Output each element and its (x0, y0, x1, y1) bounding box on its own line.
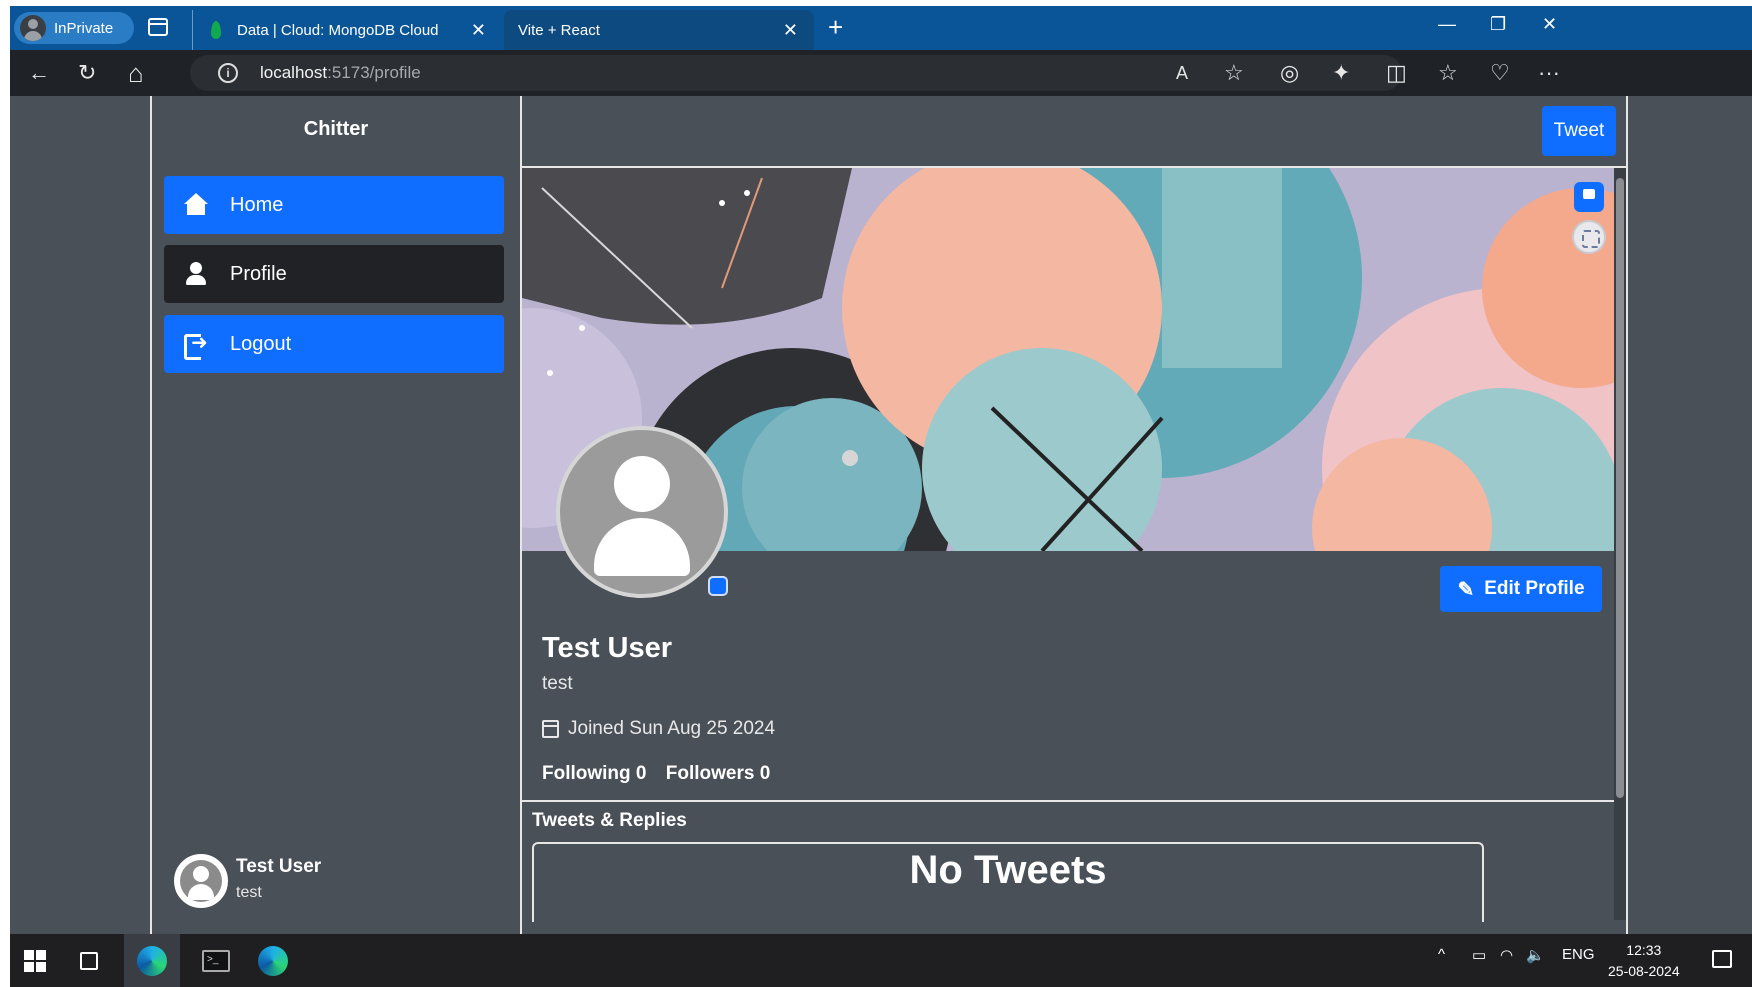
favorites-icon[interactable]: ☆ (1438, 59, 1458, 87)
mongodb-leaf-icon (211, 21, 221, 39)
task-view-icon[interactable] (72, 934, 106, 987)
tweet-button[interactable]: Tweet (1542, 106, 1616, 156)
wifi-icon[interactable]: ◠ (1500, 946, 1513, 964)
account-handle: test (236, 884, 262, 901)
tab-title: Vite + React (518, 21, 600, 39)
new-tab-button[interactable]: + (828, 12, 843, 43)
empty-state: No Tweets (532, 842, 1484, 922)
calendar-icon (542, 720, 559, 738)
minimize-button[interactable]: — (1438, 14, 1456, 35)
main-content: Tweet ✎ Edit Profile Test User test Join… (522, 96, 1628, 934)
profile-picture (556, 426, 728, 598)
home-icon[interactable]: ⌂ (128, 59, 144, 87)
info-icon[interactable]: i (218, 63, 238, 83)
followers-count[interactable]: Followers 0 (666, 763, 771, 784)
clock-date: 25-08-2024 (1608, 963, 1680, 979)
close-tab-icon[interactable]: ✕ (471, 20, 486, 41)
divider (522, 800, 1614, 802)
extension-overlay-icon[interactable] (1574, 182, 1604, 212)
sidebar-item-profile[interactable]: Profile (164, 245, 504, 303)
tab-title: Data | Cloud: MongoDB Cloud (237, 21, 439, 39)
close-window-button[interactable]: ✕ (1542, 14, 1557, 35)
battery-icon[interactable]: ▭ (1472, 946, 1486, 964)
joined-date: Joined Sun Aug 25 2024 (542, 718, 775, 740)
scrollbar-thumb[interactable] (1616, 178, 1624, 798)
account-card[interactable]: Test User test (174, 852, 504, 912)
windows-start-icon[interactable] (22, 934, 48, 987)
sidebar-item-label: Logout (230, 332, 292, 355)
url-text: localhost:5173/profile (260, 63, 421, 82)
screen: InPrivate Data | Cloud: MongoDB Cloud ✕ … (10, 6, 1752, 987)
taskbar-edge-icon[interactable] (248, 934, 298, 987)
avatar (174, 854, 228, 908)
refresh-icon[interactable]: ↻ (78, 59, 96, 87)
volume-icon[interactable]: 🔈 (1526, 946, 1545, 964)
more-icon[interactable]: ··· (1538, 59, 1560, 87)
favorite-star-icon[interactable]: ☆ (1224, 59, 1244, 87)
extension-icon[interactable]: ◎ (1280, 59, 1299, 87)
os-taskbar: >_ ^ ▭ ◠ 🔈 ENG 12:33 25-08-2024 (10, 934, 1752, 987)
taskbar-edge-inprivate-icon[interactable] (124, 934, 180, 987)
account-name: Test User (236, 856, 322, 877)
back-icon[interactable]: ← (28, 59, 50, 87)
profile-avatar-icon (20, 15, 46, 41)
clock[interactable]: 12:33 25-08-2024 (1608, 940, 1680, 982)
pencil-icon: ✎ (1457, 578, 1475, 601)
sidebar-item-home[interactable]: Home (164, 176, 504, 234)
profile-handle: test (542, 673, 573, 694)
taskbar-terminal-icon[interactable]: >_ (194, 934, 238, 987)
user-icon (182, 262, 210, 286)
split-screen-icon[interactable]: ◫ (1386, 59, 1407, 87)
home-icon (182, 193, 210, 217)
clock-time: 12:33 (1626, 942, 1662, 958)
extensions-icon[interactable]: ✦ (1332, 59, 1350, 87)
tab-actions-icon[interactable] (148, 18, 168, 36)
edit-profile-button[interactable]: ✎ Edit Profile (1440, 566, 1602, 612)
content-scrollbar[interactable] (1614, 168, 1626, 920)
sidebar-item-logout[interactable]: Logout (164, 315, 504, 373)
close-tab-icon[interactable]: ✕ (783, 20, 798, 41)
edit-profile-label: Edit Profile (1484, 578, 1585, 599)
address-bar[interactable]: i localhost:5173/profile A ☆ (190, 55, 1402, 91)
browser-tab-bar: InPrivate Data | Cloud: MongoDB Cloud ✕ … (10, 6, 1752, 118)
joined-text: Joined Sun Aug 25 2024 (568, 718, 776, 739)
restore-button[interactable]: ❐ (1490, 14, 1506, 35)
section-title: Tweets & Replies (532, 810, 687, 831)
profile-name: Test User (542, 632, 673, 664)
extension-badge-icon[interactable] (708, 576, 728, 596)
tab-mongodb[interactable]: Data | Cloud: MongoDB Cloud ✕ (192, 10, 502, 50)
follow-stats: Following 0 Followers 0 (542, 763, 784, 785)
logout-icon (182, 330, 210, 360)
inprivate-label: InPrivate (54, 19, 114, 37)
notification-icon[interactable] (1712, 950, 1732, 968)
inprivate-badge[interactable]: InPrivate (14, 12, 134, 44)
user-avatar-icon (180, 860, 222, 902)
web-page: Chitter Home Profile Logout Test User te… (10, 96, 1752, 934)
screenshot-icon[interactable] (1572, 220, 1606, 254)
following-count[interactable]: Following 0 (542, 763, 647, 784)
read-aloud-icon[interactable]: A (1176, 59, 1188, 87)
language-indicator[interactable]: ENG (1562, 946, 1595, 963)
browser-toolbar: ← ↻ ⌂ i localhost:5173/profile A ☆ ◎ ✦ ◫… (10, 50, 1752, 96)
sidebar: Chitter Home Profile Logout Test User te… (150, 96, 522, 934)
brand-title: Chitter (303, 118, 369, 140)
tab-vite-react[interactable]: Vite + React ✕ (504, 10, 814, 118)
browser-essentials-icon[interactable]: ♡ (1490, 59, 1510, 87)
sidebar-item-label: Home (230, 193, 284, 216)
sidebar-item-label: Profile (230, 262, 287, 285)
tray-overflow-icon[interactable]: ^ (1438, 946, 1445, 963)
